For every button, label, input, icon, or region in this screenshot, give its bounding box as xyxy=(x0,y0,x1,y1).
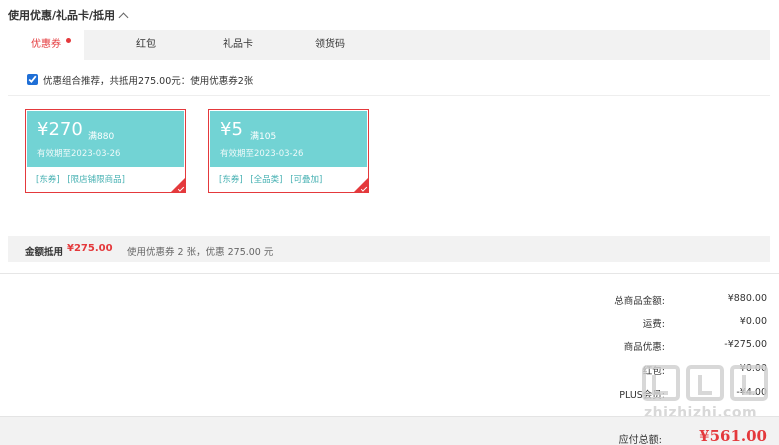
summary-description: 使用优惠券 2 张，优惠 275.00 元 xyxy=(127,247,274,258)
totals-row: 总商品金额: ¥880.00 xyxy=(560,293,770,307)
totals-label: 商品优惠: xyxy=(623,342,665,353)
tab-coupons[interactable]: 优惠券 xyxy=(8,30,84,60)
coupon-amount: ¥270 xyxy=(37,119,83,140)
coupon-tags: [东券] [全品类] [可叠加] xyxy=(219,173,327,185)
totals-label: 运费: xyxy=(642,319,665,330)
payable-bar: 应付总额: ¥561.00 xyxy=(0,416,779,445)
tab-redeem-code[interactable]: 领货码 xyxy=(290,30,370,60)
coupon-validity: 有效期至2023-03-26 xyxy=(220,149,304,159)
coupon-tag: [东券] xyxy=(219,175,243,185)
coupon-tag: [东券] xyxy=(36,175,60,185)
summary-label: 金额抵用 xyxy=(25,247,64,258)
combo-recommendation: 优惠组合推荐，共抵用275.00元：使用优惠券2张 xyxy=(8,60,770,96)
tab-coupons-label: 优惠券 xyxy=(31,39,61,50)
coupon-face: ¥5 满105 有效期至2023-03-26 xyxy=(210,111,367,167)
coupon-face: ¥270 满880 有效期至2023-03-26 xyxy=(27,111,184,167)
coupon-list: ¥270 满880 有效期至2023-03-26 [东券] [限店铺限商品] ¥… xyxy=(8,96,770,236)
totals-value: ¥0.00 xyxy=(739,316,767,327)
coupon-tag: [全品类] xyxy=(250,175,283,185)
coupon-tag: [限店铺限商品] xyxy=(67,175,125,185)
coupon-condition: 满105 xyxy=(250,132,277,142)
tab-gift-card[interactable]: 礼品卡 xyxy=(198,30,278,60)
coupon-tag: [可叠加] xyxy=(290,175,323,185)
section-title[interactable]: 使用优惠/礼品卡/抵用 xyxy=(8,7,129,23)
combo-checkbox[interactable] xyxy=(27,74,38,85)
coupon-tags: [东券] [限店铺限商品] xyxy=(36,173,130,185)
notification-dot-icon xyxy=(66,38,71,43)
totals-value: ¥880.00 xyxy=(727,293,767,304)
coupon-panel: 优惠券 红包 礼品卡 领货码 优惠组合推荐，共抵用275.00元：使用优惠券2张… xyxy=(8,30,770,262)
chevron-up-icon[interactable] xyxy=(118,12,129,22)
totals-value: -¥275.00 xyxy=(724,339,767,350)
tab-bar: 优惠券 红包 礼品卡 领货码 xyxy=(8,30,770,60)
totals-row: 运费: ¥0.00 xyxy=(560,316,770,330)
combo-text: 优惠组合推荐，共抵用275.00元：使用优惠券2张 xyxy=(43,76,254,87)
coupon-amount: ¥5 xyxy=(220,119,243,140)
summary-amount: ¥275.00 xyxy=(67,243,113,254)
payable-amount: ¥561.00 xyxy=(699,427,767,445)
watermark-logo xyxy=(642,365,768,401)
tab-red-packet[interactable]: 红包 xyxy=(111,30,181,60)
totals-row: 商品优惠: -¥275.00 xyxy=(560,339,770,353)
coupon-condition: 满880 xyxy=(88,132,115,142)
tab-red-packet-label: 红包 xyxy=(136,39,156,50)
coupon-card[interactable]: ¥5 满105 有效期至2023-03-26 [东券] [全品类] [可叠加] xyxy=(208,109,369,193)
coupon-validity: 有效期至2023-03-26 xyxy=(37,149,121,159)
section-title-text: 使用优惠/礼品卡/抵用 xyxy=(8,9,116,22)
coupon-card[interactable]: ¥270 满880 有效期至2023-03-26 [东券] [限店铺限商品] xyxy=(25,109,186,193)
totals-label: 总商品金额: xyxy=(614,296,665,307)
divider xyxy=(0,273,779,274)
tab-redeem-code-label: 领货码 xyxy=(315,39,345,50)
discount-summary: 金额抵用 ¥275.00 使用优惠券 2 张，优惠 275.00 元 xyxy=(8,236,770,262)
payable-label: 应付总额: xyxy=(618,435,662,445)
tab-gift-card-label: 礼品卡 xyxy=(223,39,253,50)
